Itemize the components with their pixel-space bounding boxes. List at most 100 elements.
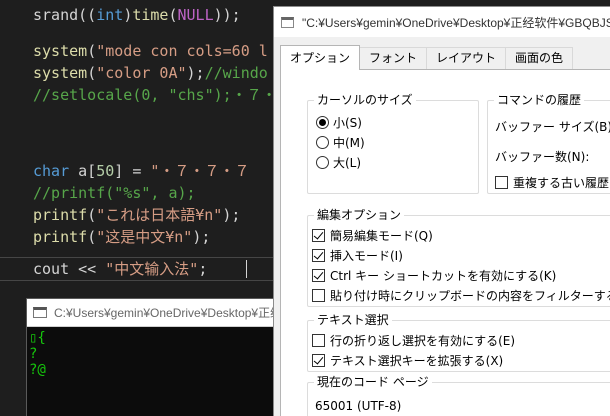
code-page-legend: 現在のコード ページ <box>314 374 432 390</box>
edit-options-legend: 編集オプション <box>314 207 405 223</box>
radio-label: 大(L) <box>333 155 362 170</box>
code-line-8[interactable]: printf("这是中文¥n"); <box>33 226 210 248</box>
checkbox-discard-duplicates[interactable]: 重複する古い履歴を破 <box>495 173 610 191</box>
checkbox[interactable] <box>312 248 325 262</box>
code-token: 50 <box>96 162 115 180</box>
checkbox-filter-clipboard[interactable]: 貼り付け時にクリップボードの内容をフィルターする(F) <box>312 286 610 304</box>
code-page-value: 65001 (UTF-8) <box>315 399 402 413</box>
dialog-tabs: オプション フォント レイアウト 画面の色 <box>280 45 574 70</box>
code-token: system <box>33 64 88 82</box>
code-page-group: 現在のコード ページ 65001 (UTF-8) <box>307 374 610 416</box>
command-history-legend: コマンドの履歴 <box>494 92 585 108</box>
code-line-2[interactable]: system("mode con cols=60 l <box>33 40 268 62</box>
checkbox[interactable] <box>312 353 325 367</box>
code-token: ] = <box>114 162 151 180</box>
checkbox-label: 挿入モード(I) <box>330 248 403 263</box>
code-token: "mode con cols=60 l <box>96 42 268 60</box>
buffer-size-label: バッファー サイズ(B): <box>495 120 610 134</box>
console-app-icon <box>281 16 294 28</box>
checkbox-label: Ctrl キー ショートカットを有効にする(K) <box>330 268 557 283</box>
console-output-line: ?@ <box>29 362 46 378</box>
command-history-group: コマンドの履歴 バッファー サイズ(B): バッファー数(N): 重複する古い履… <box>487 92 610 194</box>
code-token: time <box>132 6 169 24</box>
code-line-4[interactable]: //setlocale(0, "chs");・７・ <box>33 84 277 106</box>
checkbox[interactable] <box>495 175 508 189</box>
code-token: ; <box>198 260 208 278</box>
cursor-size-group: カーソルのサイズ 小(S) 中(M) 大(L) <box>307 92 479 194</box>
radio-button[interactable] <box>316 135 329 149</box>
code-token: ); <box>192 228 211 246</box>
code-line-5[interactable]: char a[50] = "・７・７・７ <box>33 160 249 182</box>
text-cursor <box>246 260 247 278</box>
code-line-9[interactable]: cout << "中文输入法"; <box>33 258 207 280</box>
radio-cursor-large[interactable]: 大(L) <box>316 153 361 171</box>
checkbox-ctrl-shortcuts[interactable]: Ctrl キー ショートカットを有効にする(K) <box>312 266 556 284</box>
radio-cursor-small[interactable]: 小(S) <box>316 113 362 131</box>
code-token: system <box>33 42 88 60</box>
code-token: char <box>33 162 70 180</box>
checkbox[interactable] <box>312 268 325 282</box>
checkbox-insert-mode[interactable]: 挿入モード(I) <box>312 246 403 264</box>
text-selection-legend: テキスト選択 <box>314 312 392 328</box>
code-token: cout << <box>33 260 106 278</box>
code-token: "color 0A" <box>96 64 187 82</box>
checkbox-extended-selection-keys[interactable]: テキスト選択キーを拡張する(X) <box>312 351 503 369</box>
console-output-line: ? <box>29 346 38 362</box>
code-token: "这是中文¥n" <box>96 228 193 246</box>
text-selection-group: テキスト選択 行の折り返し選択を有効にする(E) テキスト選択キーを拡張する(X… <box>307 312 610 372</box>
checkbox[interactable] <box>312 288 325 302</box>
code-line-3[interactable]: system("color 0A");//windo <box>33 62 268 84</box>
code-token: ( <box>87 42 97 60</box>
code-token: ( <box>168 6 178 24</box>
radio-cursor-medium[interactable]: 中(M) <box>316 133 365 151</box>
code-token: ( <box>87 228 97 246</box>
tab-layout[interactable]: レイアウト <box>426 47 507 70</box>
checkbox-line-wrap-selection[interactable]: 行の折り返し選択を有効にする(E) <box>312 331 515 349</box>
console-title: C:¥Users¥gemin¥OneDrive¥Desktop¥正经 <box>54 306 283 320</box>
tab-font[interactable]: フォント <box>359 47 428 70</box>
radio-label: 中(M) <box>333 135 365 150</box>
code-line-6[interactable]: //printf("%s", a); <box>33 182 196 204</box>
code-line-1[interactable]: srand((int)time(NULL)); <box>33 4 241 26</box>
console-title-bar[interactable]: C:¥Users¥gemin¥OneDrive¥Desktop¥正经 <box>27 299 285 327</box>
dialog-title-bar[interactable]: "C:¥Users¥gemin¥OneDrive¥Desktop¥正经软件¥GB… <box>274 7 610 37</box>
buffer-count-label: バッファー数(N): <box>495 150 590 164</box>
dialog-title: "C:¥Users¥gemin¥OneDrive¥Desktop¥正经软件¥GB… <box>302 15 610 30</box>
code-token: "中文输入法" <box>105 260 199 278</box>
code-token: NULL <box>177 6 214 24</box>
code-token: ); <box>222 206 241 224</box>
checkbox[interactable] <box>312 228 325 242</box>
code-token: "・７・７・７ <box>150 162 250 180</box>
code-token: //windo <box>204 64 268 82</box>
console-output: ▯{ ? ?@ <box>27 327 285 378</box>
checkbox[interactable] <box>312 333 325 347</box>
code-line-7[interactable]: printf("これは日本語¥n"); <box>33 204 240 226</box>
tab-options[interactable]: オプション <box>280 45 361 70</box>
checkbox-label: 重複する古い履歴を破 <box>513 175 610 190</box>
cursor-size-legend: カーソルのサイズ <box>314 92 416 108</box>
code-token: ( <box>87 64 97 82</box>
code-token: //printf("%s", a); <box>33 184 196 202</box>
code-token: printf <box>33 206 88 224</box>
console-app-icon <box>33 307 47 318</box>
console-output-line: ▯{ <box>29 330 46 346</box>
radio-button[interactable] <box>316 155 329 169</box>
console-properties-dialog[interactable]: "C:¥Users¥gemin¥OneDrive¥Desktop¥正经软件¥GB… <box>273 6 610 416</box>
edit-options-group: 編集オプション 簡易編集モード(Q) 挿入モード(I) Ctrl キー ショート… <box>307 207 610 307</box>
code-token: //setlocale(0, "chs");・７・ <box>33 86 277 104</box>
code-token: ) <box>123 6 133 24</box>
code-token: )); <box>213 6 241 24</box>
code-token: ); <box>186 64 205 82</box>
radio-button[interactable] <box>316 115 329 129</box>
code-token: a[ <box>69 162 97 180</box>
tab-colors[interactable]: 画面の色 <box>505 47 574 70</box>
options-panel: カーソルのサイズ 小(S) 中(M) 大(L) コマンドの履歴 バッファー サイ… <box>280 69 610 416</box>
console-window[interactable]: C:¥Users¥gemin¥OneDrive¥Desktop¥正经 ▯{ ? … <box>26 298 286 416</box>
checkbox-quick-edit[interactable]: 簡易編集モード(Q) <box>312 226 433 244</box>
checkbox-label: テキスト選択キーを拡張する(X) <box>330 353 504 368</box>
code-token: int <box>96 6 124 24</box>
checkbox-label: 行の折り返し選択を有効にする(E) <box>330 333 516 348</box>
code-token: ( <box>87 206 97 224</box>
radio-label: 小(S) <box>333 115 362 130</box>
checkbox-label: 簡易編集モード(Q) <box>330 228 433 243</box>
